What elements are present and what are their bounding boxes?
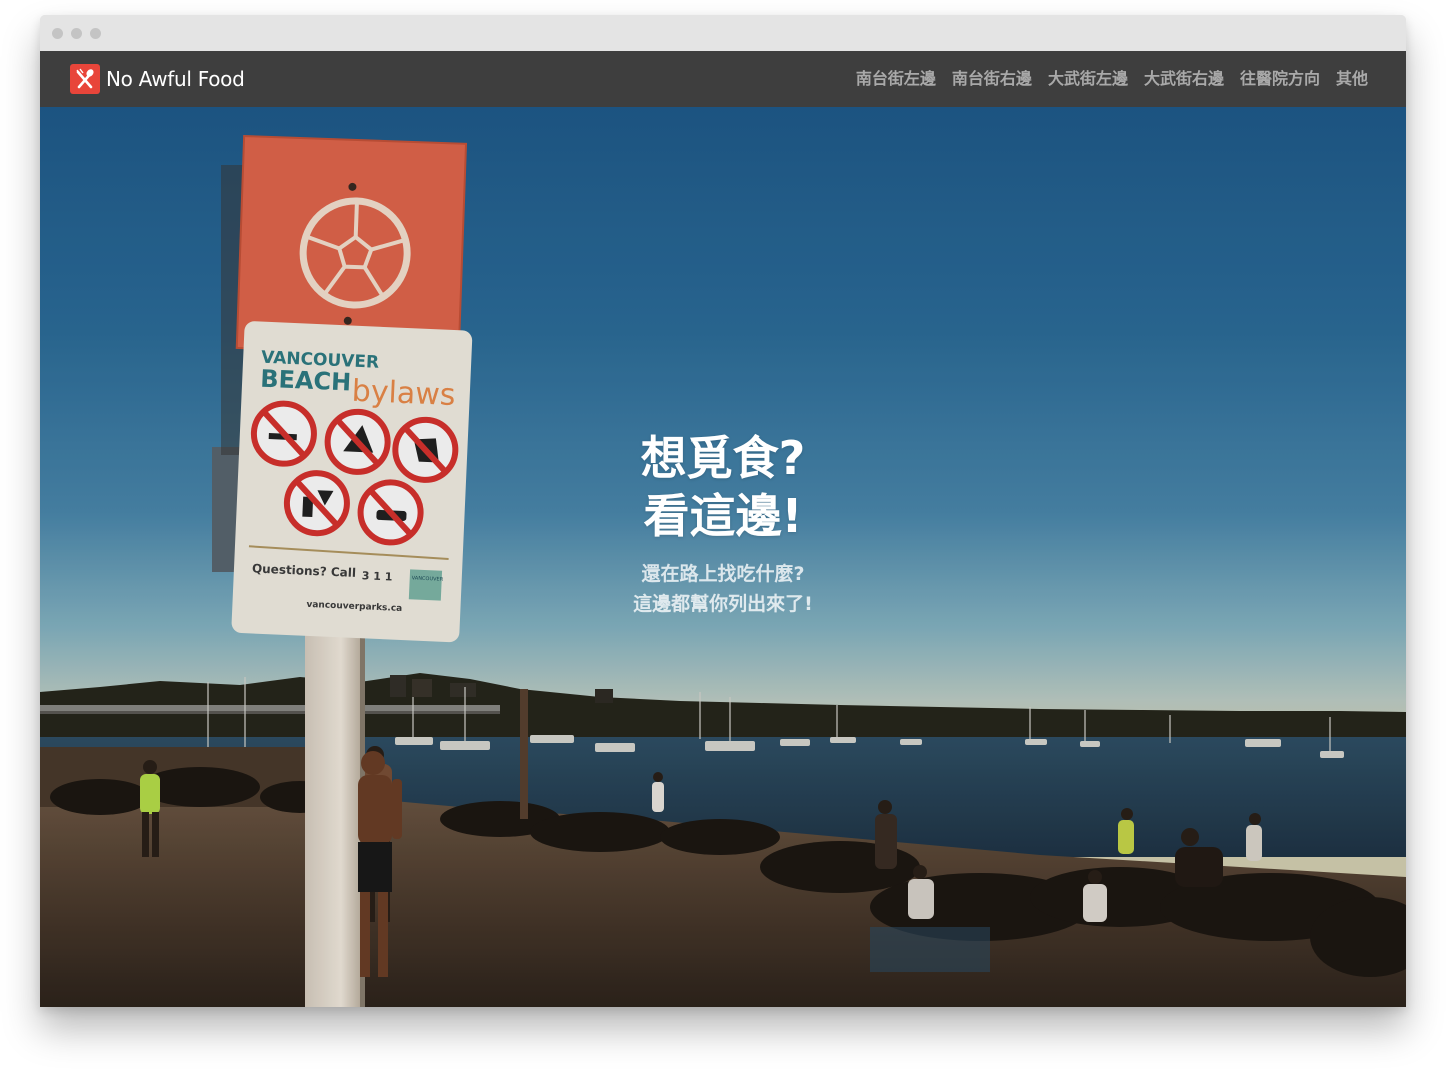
hero-subline: 還在路上找吃什麼? 這邊都幫你列出來了!: [523, 559, 923, 619]
hero-headline-line2: 看這邊!: [643, 489, 803, 543]
nav-item-nantai-right[interactable]: 南台街右邊: [952, 68, 1032, 90]
window-zoom-dot[interactable]: [90, 28, 101, 39]
brand-name: No Awful Food: [106, 67, 245, 91]
fork-knife-icon: [70, 64, 100, 94]
hero-headline-line1: 想覓食?: [640, 431, 806, 485]
hero-text: 想覓食? 看這邊! 還在路上找吃什麼? 這邊都幫你列出來了!: [523, 429, 923, 619]
window-minimize-dot[interactable]: [71, 28, 82, 39]
browser-window: No Awful Food 南台街左邊 南台街右邊 大武街左邊 大武街右邊 往醫…: [40, 15, 1406, 1007]
hero-subline-line1: 還在路上找吃什麼?: [641, 563, 805, 585]
hero-headline: 想覓食? 看這邊!: [523, 429, 923, 545]
window-close-dot[interactable]: [52, 28, 63, 39]
nav-item-other[interactable]: 其他: [1336, 68, 1368, 90]
navbar: No Awful Food 南台街左邊 南台街右邊 大武街左邊 大武街右邊 往醫…: [40, 51, 1406, 107]
nav-menu: 南台街左邊 南台街右邊 大武街左邊 大武街右邊 往醫院方向 其他: [856, 68, 1368, 90]
nav-item-nantai-left[interactable]: 南台街左邊: [856, 68, 936, 90]
nav-item-hospital-direction[interactable]: 往醫院方向: [1240, 68, 1320, 90]
hero-subline-line2: 這邊都幫你列出來了!: [633, 593, 813, 615]
brand-link[interactable]: No Awful Food: [70, 64, 245, 94]
nav-item-dawu-left[interactable]: 大武街左邊: [1048, 68, 1128, 90]
window-titlebar: [40, 15, 1406, 51]
hero-section: VANCOUVER BEACH bylaws Questions? Call 3…: [40, 107, 1406, 1007]
nav-item-dawu-right[interactable]: 大武街右邊: [1144, 68, 1224, 90]
